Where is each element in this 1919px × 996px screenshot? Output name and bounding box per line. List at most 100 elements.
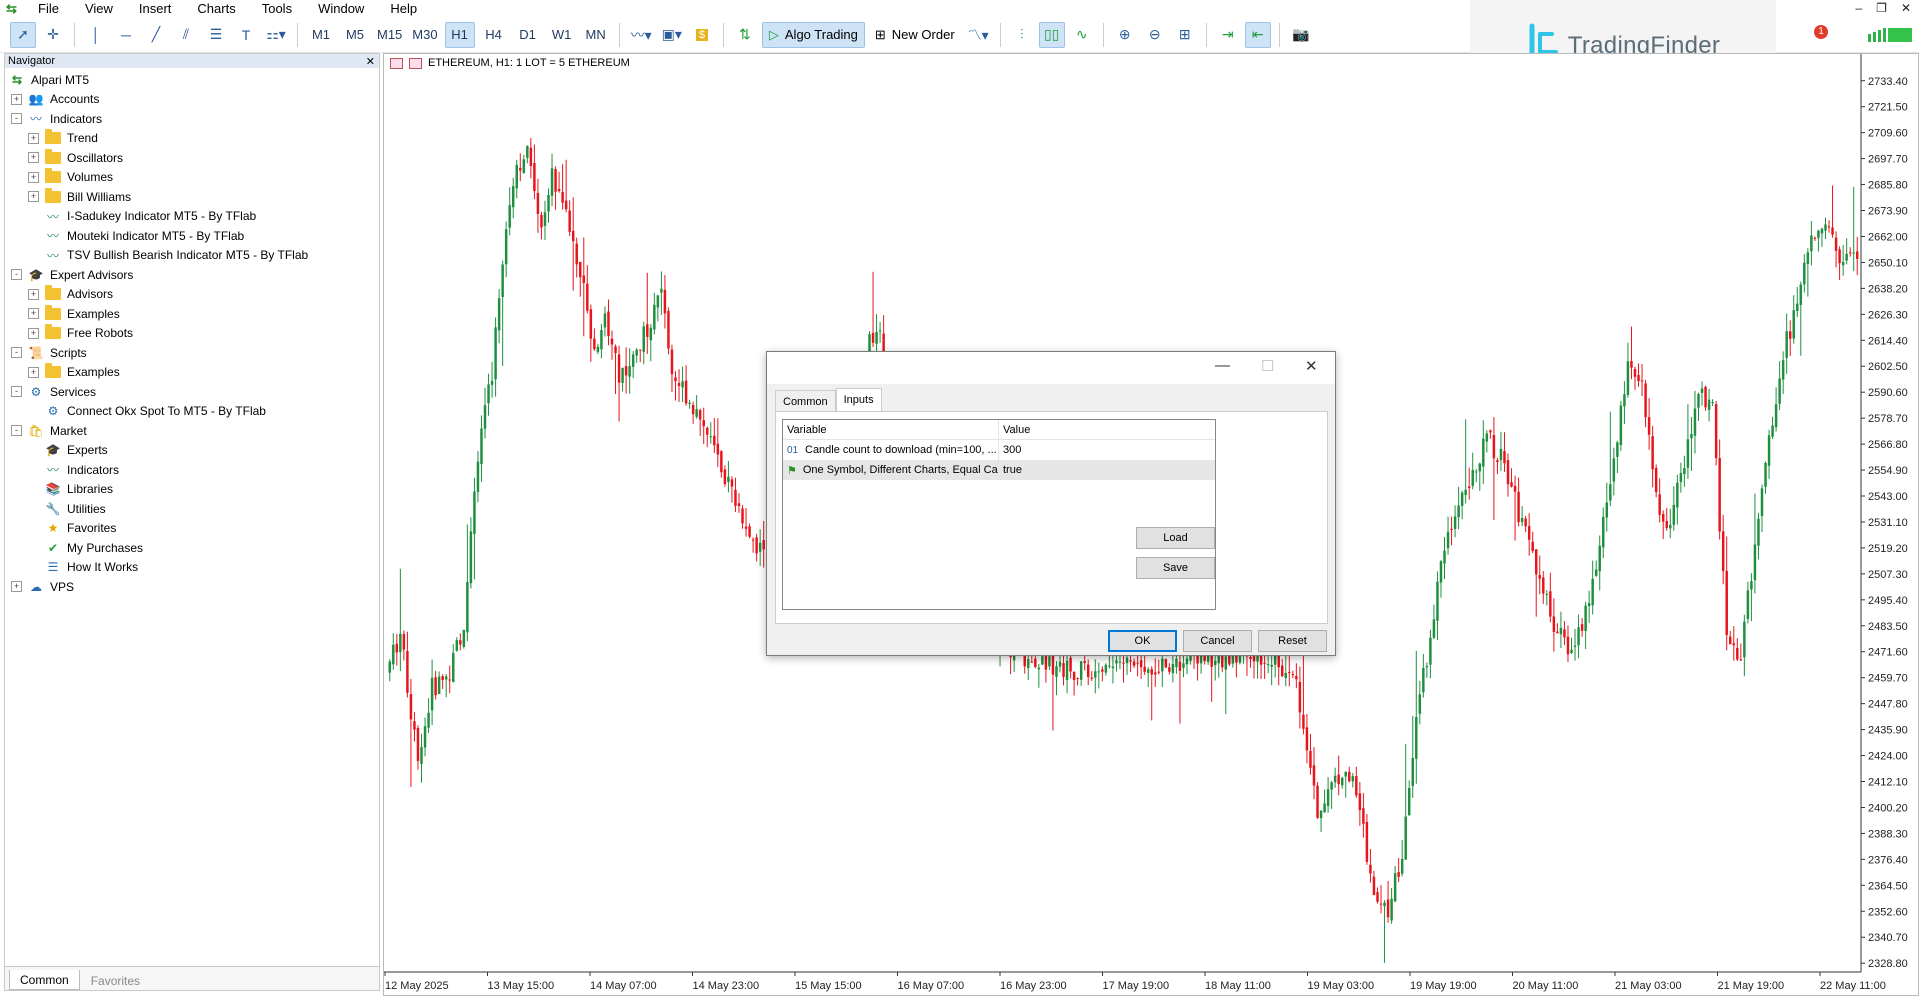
templates-icon[interactable]: ▣▾ <box>659 22 685 48</box>
timeframe-m5[interactable]: M5 <box>340 22 370 48</box>
dialog-tab-common[interactable]: Common <box>775 390 836 412</box>
tree-item[interactable]: 〰 I-Sadukey Indicator MT5 - By TFlab <box>28 207 256 226</box>
dialog-minimize-icon[interactable]: — <box>1215 357 1230 374</box>
new-order-button[interactable]: ⊞ New Order <box>869 22 961 48</box>
dollar-icon[interactable]: $ <box>689 22 715 48</box>
indicators-menu-icon[interactable]: 〰▾ <box>628 22 655 48</box>
tree-item[interactable]: - ⚙ Services <box>11 382 96 401</box>
tree-item[interactable]: ⚙ Connect Okx Spot To MT5 - By TFlab <box>28 402 266 421</box>
tree-item[interactable]: 〰 TSV Bullish Bearish Indicator MT5 - By … <box>28 246 308 265</box>
table-row[interactable]: ⚑ One Symbol, Different Charts, Equal Ca… <box>783 460 1215 480</box>
menu-window[interactable]: Window <box>306 0 378 17</box>
tree-item[interactable]: ★ Favorites <box>28 519 117 538</box>
dialog-close-icon[interactable]: ✕ <box>1305 357 1318 375</box>
nav-tab-common[interactable]: Common <box>9 970 80 990</box>
screenshot-icon[interactable]: 📷 <box>1288 22 1314 48</box>
expand-icon[interactable]: + <box>28 288 39 300</box>
shapes-icon[interactable]: ⚏▾ <box>263 22 289 48</box>
row-value[interactable]: true <box>999 464 1022 476</box>
save-button[interactable]: Save <box>1136 557 1215 579</box>
load-button[interactable]: Load <box>1136 527 1215 549</box>
timeframe-d1[interactable]: D1 <box>513 22 543 48</box>
timeframe-m1[interactable]: M1 <box>306 22 336 48</box>
close-icon[interactable]: ✕ <box>1901 0 1911 17</box>
bar-chart-icon[interactable]: ⫶ <box>1009 22 1035 48</box>
dialog-maximize-icon[interactable]: ☐ <box>1261 357 1274 375</box>
text-icon[interactable]: T <box>233 22 259 48</box>
cancel-button[interactable]: Cancel <box>1183 630 1252 652</box>
tree-item[interactable]: + Examples <box>28 363 120 382</box>
trendline-icon[interactable]: ╱ <box>143 22 169 48</box>
tree-item[interactable]: + Trend <box>28 129 98 148</box>
tree-item[interactable]: + Volumes <box>28 168 113 187</box>
chart-shift-icon[interactable]: ⇤ <box>1244 21 1271 48</box>
tree-item[interactable]: 🎓 Experts <box>28 441 108 460</box>
tree-item[interactable]: - 📜 Scripts <box>11 343 87 362</box>
horizontal-line-icon[interactable]: ─ <box>113 22 139 48</box>
tree-item[interactable]: - 🛍 Market <box>11 421 87 440</box>
expand-icon[interactable]: + <box>28 308 39 319</box>
tree-item[interactable]: 📚 Libraries <box>28 480 114 499</box>
ok-button[interactable]: OK <box>1108 630 1177 652</box>
expand-icon[interactable]: + <box>28 132 39 144</box>
menu-insert[interactable]: Insert <box>127 0 186 17</box>
vertical-line-icon[interactable]: │ <box>83 22 109 48</box>
expand-icon[interactable]: + <box>28 191 39 202</box>
collapse-icon[interactable]: - <box>11 269 22 280</box>
trade-chart-icon[interactable]: 〽▾ <box>965 22 992 48</box>
tree-item[interactable]: + ☁ VPS <box>11 577 74 596</box>
timeframe-w1[interactable]: W1 <box>547 22 577 48</box>
tree-item[interactable]: - 🎓 Expert Advisors <box>11 265 133 284</box>
expand-icon[interactable]: + <box>11 581 22 592</box>
candle-chart-icon[interactable]: ▯▯ <box>1038 21 1065 48</box>
timeframe-h1[interactable]: H1 <box>444 21 475 48</box>
expand-icon[interactable]: + <box>28 171 39 183</box>
collapse-icon[interactable]: - <box>11 425 22 436</box>
collapse-icon[interactable]: - <box>11 386 22 397</box>
row-value[interactable]: 300 <box>999 444 1021 456</box>
cursor-icon[interactable]: ➚ <box>10 21 36 48</box>
timeframe-m15[interactable]: M15 <box>374 22 405 48</box>
menu-file[interactable]: File <box>26 0 73 17</box>
navigator-close-icon[interactable]: ✕ <box>366 55 375 68</box>
tree-item[interactable]: 〰 Mouteki Indicator MT5 - By TFlab <box>28 226 244 245</box>
tree-item[interactable]: ✔ My Purchases <box>28 538 143 557</box>
tree-item[interactable]: + Bill Williams <box>28 187 131 206</box>
dialog-tab-inputs[interactable]: Inputs <box>835 388 882 412</box>
zoom-in-icon[interactable]: ⊕ <box>1112 22 1138 48</box>
timeframe-h4[interactable]: H4 <box>479 22 509 48</box>
reset-button[interactable]: Reset <box>1258 630 1327 652</box>
notification-badge[interactable]: 1 <box>1814 25 1828 39</box>
minimize-icon[interactable]: – <box>1855 0 1862 17</box>
expand-icon[interactable]: + <box>28 366 39 378</box>
crosshair-icon[interactable]: ✛ <box>40 22 66 48</box>
tree-item[interactable]: + 👥 Accounts <box>11 90 99 109</box>
tree-item[interactable]: - 〰 Indicators <box>11 109 102 128</box>
menu-charts[interactable]: Charts <box>185 0 249 17</box>
expand-icon[interactable]: + <box>28 327 39 339</box>
tree-item[interactable]: + Advisors <box>28 285 113 304</box>
tree-item[interactable]: + Oscillators <box>28 148 123 167</box>
expand-icon[interactable]: + <box>11 93 22 105</box>
timeframe-m30[interactable]: M30 <box>409 22 440 48</box>
expand-icon[interactable]: + <box>28 152 39 163</box>
tree-item[interactable]: + Free Robots <box>28 324 133 343</box>
autoscroll-icon[interactable]: ⇥ <box>1215 22 1241 48</box>
menu-view[interactable]: View <box>73 0 127 17</box>
tree-item[interactable]: 〰 Indicators <box>28 460 119 479</box>
line-chart-icon[interactable]: ∿ <box>1069 22 1095 48</box>
table-row[interactable]: 01 Candle count to download (min=100, ..… <box>783 440 1215 460</box>
signals-icon[interactable]: ⇅ <box>732 22 758 48</box>
tree-item[interactable]: ☰ How It Works <box>28 558 139 577</box>
menu-help[interactable]: Help <box>378 0 431 17</box>
collapse-icon[interactable]: - <box>11 347 22 358</box>
grid-icon[interactable]: ⊞ <box>1172 22 1198 48</box>
menu-tools[interactable]: Tools <box>250 0 306 17</box>
timeframe-mn[interactable]: MN <box>581 22 611 48</box>
restore-icon[interactable]: ❐ <box>1876 0 1887 17</box>
tree-item[interactable]: 🔧 Utilities <box>28 499 106 518</box>
channel-icon[interactable]: ⫽ <box>173 22 199 48</box>
tree-root[interactable]: ⇆ Alpari MT5 <box>9 70 89 89</box>
tree-item[interactable]: + Examples <box>28 304 120 323</box>
collapse-icon[interactable]: - <box>11 113 22 124</box>
